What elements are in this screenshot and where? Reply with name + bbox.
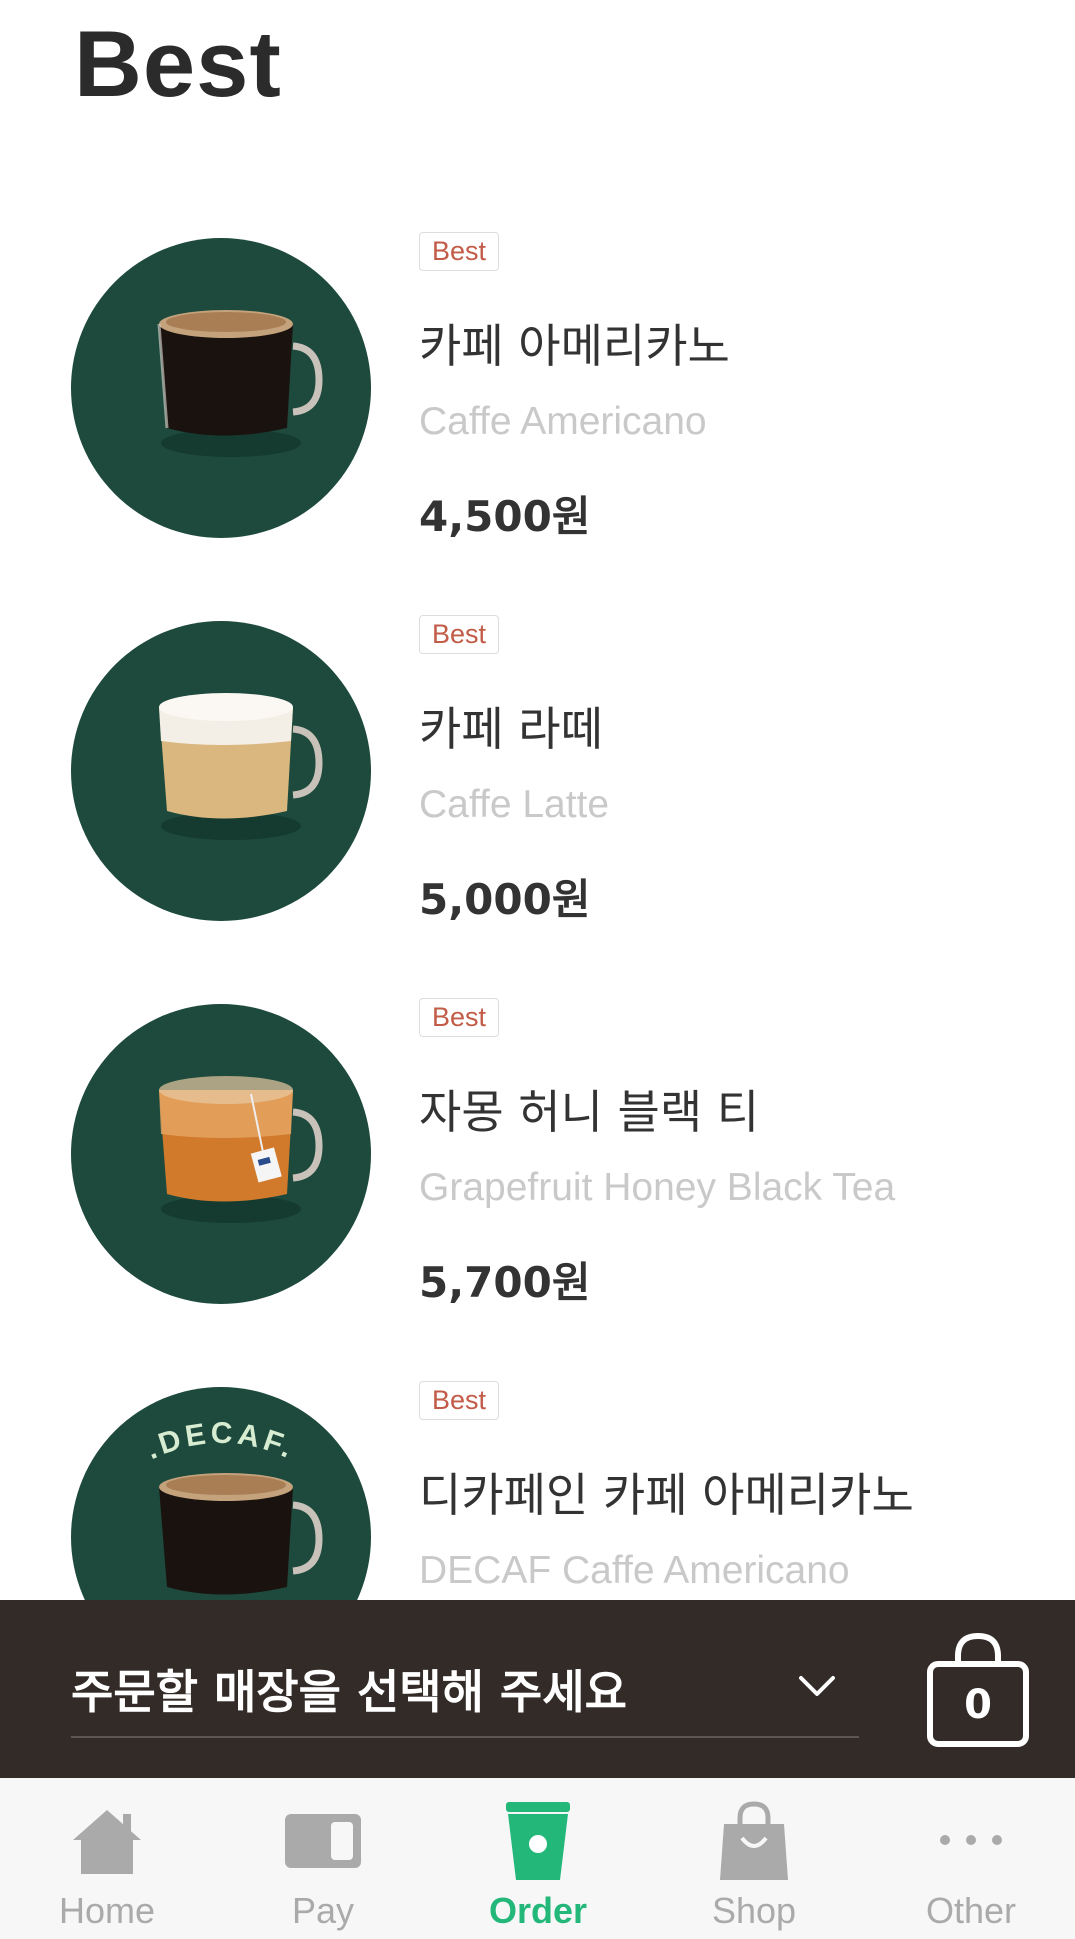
cart-button[interactable]: 0 xyxy=(926,1630,1030,1750)
tab-shop[interactable]: Shop xyxy=(674,1778,834,1939)
page-title: Best xyxy=(74,11,282,116)
product-name-en: Grapefruit Honey Black Tea xyxy=(419,1166,896,1209)
best-badge: Best xyxy=(419,232,500,271)
home-icon xyxy=(73,1810,141,1874)
product-price: 5,700원 xyxy=(419,1258,591,1307)
svg-text:.DECAF.: .DECAF. xyxy=(141,1417,302,1466)
tab-label: Other xyxy=(925,1890,1017,1931)
shopping-bag-icon xyxy=(720,1801,788,1880)
tab-other[interactable]: Other xyxy=(891,1778,1051,1939)
product-name-ko: 카페 라떼 xyxy=(419,702,603,756)
best-badge: Best xyxy=(419,998,500,1037)
product-name-ko: 카페 아메리카노 xyxy=(419,319,730,373)
menu-list: Best Best 카페 아메리카노 Caffe Americano 4,500… xyxy=(0,0,1075,1600)
tab-label: Shop xyxy=(711,1890,797,1931)
bottom-tab-bar: Home Pay Order Shop Other xyxy=(0,1778,1075,1939)
more-icon xyxy=(940,1835,1002,1845)
product-image-decaf-americano: .DECAF. xyxy=(71,1387,371,1600)
menu-item-caffe-americano[interactable]: Best 카페 아메리카노 Caffe Americano 4,500원 xyxy=(0,232,1075,598)
best-badge: Best xyxy=(419,615,500,654)
tab-label: Order xyxy=(488,1890,588,1931)
product-name-en: DECAF Caffe Americano xyxy=(419,1549,850,1592)
tab-label: Pay xyxy=(291,1890,355,1931)
card-icon xyxy=(285,1814,361,1868)
menu-item-grapefruit-honey-black-tea[interactable]: Best 자몽 허니 블랙 티 Grapefruit Honey Black T… xyxy=(0,998,1075,1364)
product-price: 4,500원 xyxy=(419,492,591,541)
decaf-label: .DECAF. xyxy=(141,1417,298,1466)
product-image-grapefruit-tea xyxy=(71,1004,371,1304)
menu-item-decaf-caffe-americano[interactable]: .DECAF. Best 디카페인 카페 아메리카노 DECAF Caffe A… xyxy=(0,1381,1075,1600)
store-select-dropdown[interactable]: 주문할 매장을 선택해 주세요 xyxy=(71,1650,859,1738)
product-name-ko: 디카페인 카페 아메리카노 xyxy=(419,1468,914,1522)
product-image-latte xyxy=(71,621,371,921)
tab-label: Home xyxy=(58,1890,156,1931)
product-name-en: Caffe Latte xyxy=(419,783,610,826)
product-image-americano xyxy=(71,238,371,538)
tab-order[interactable]: Order xyxy=(458,1778,618,1939)
store-select-bar: 주문할 매장을 선택해 주세요 0 xyxy=(0,1600,1075,1778)
cart-count: 0 xyxy=(964,1682,992,1728)
store-select-label: 주문할 매장을 선택해 주세요 xyxy=(71,1665,627,1719)
product-name-en: Caffe Americano xyxy=(419,400,707,443)
best-badge: Best xyxy=(419,1381,500,1420)
tab-home[interactable]: Home xyxy=(27,1778,187,1939)
product-name-ko: 자몽 허니 블랙 티 xyxy=(419,1085,760,1139)
product-price: 5,000원 xyxy=(419,875,591,924)
cup-icon xyxy=(506,1802,570,1880)
tab-pay[interactable]: Pay xyxy=(243,1778,403,1939)
menu-item-caffe-latte[interactable]: Best 카페 라떼 Caffe Latte 5,000원 xyxy=(0,615,1075,981)
chevron-down-icon xyxy=(799,1676,835,1696)
